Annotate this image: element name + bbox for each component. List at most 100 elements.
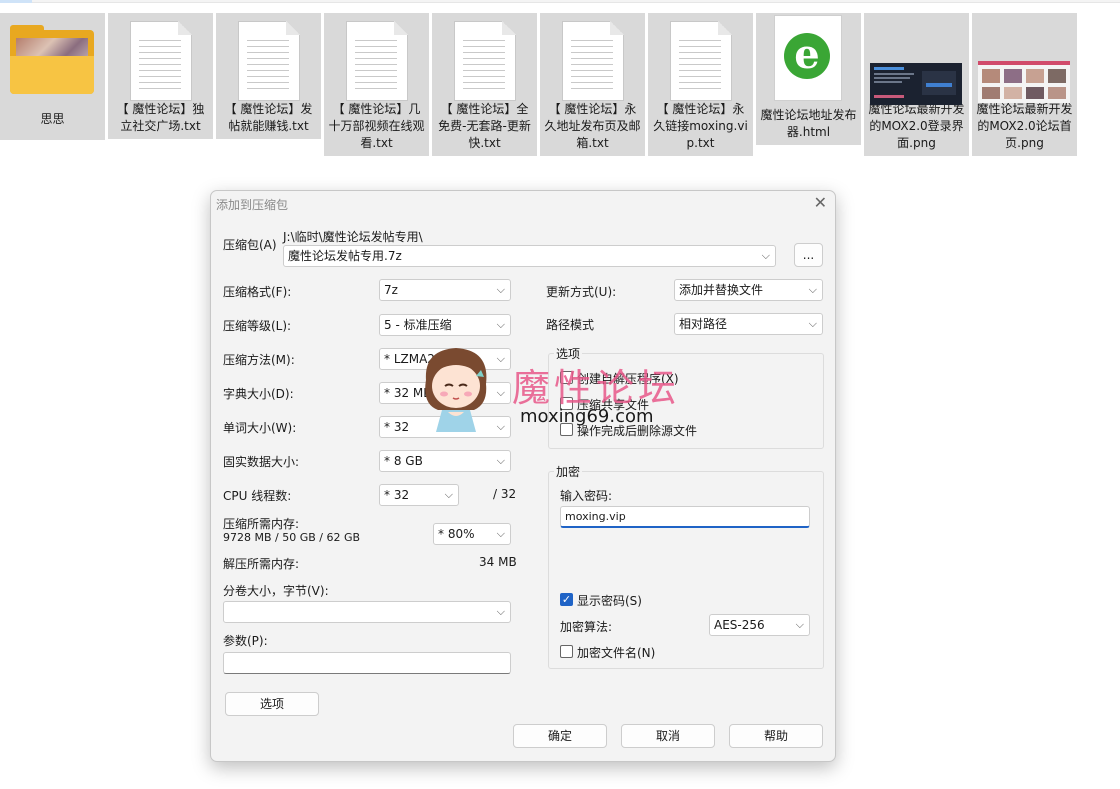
file-item[interactable]: 【 魔性论坛】永久链接moxing.vip.txt [648,13,753,156]
file-item[interactable]: 【 魔性论坛】独立社交广场.txt [108,13,213,139]
level-select[interactable]: 5 - 标准压缩 ⌵ [379,314,511,336]
algo-select[interactable]: AES-256 ⌵ [709,614,810,636]
chevron-down-icon: ⌵ [496,454,505,467]
screenshot-thumbnail [870,63,962,105]
archive-path: J:\临时\魔性论坛发帖专用\ [283,230,423,244]
file-item[interactable]: 【 魔性论坛】永久地址发布页及邮箱.txt [540,13,645,156]
archive-name-combo[interactable]: 魔性论坛发帖专用.7z ⌵ [283,245,776,267]
level-label: 压缩等级(L): [223,319,292,333]
file-item[interactable]: 魔性论坛最新开发的MOX2.0论坛首页.png [972,13,1077,156]
solid-value: * 8 GB [384,454,423,468]
encrypt-group-label: 加密 [554,463,583,480]
method-label: 压缩方法(M): [223,353,295,367]
file-item[interactable]: e 魔性论坛地址发布器.html [756,13,861,145]
file-name: 【 魔性论坛】几十万部视频在线观看.txt [328,102,425,150]
chevron-down-icon: ⌵ [808,283,817,296]
chevron-down-icon: ⌵ [496,605,505,618]
format-label: 压缩格式(F): [223,285,292,299]
cpu-label: CPU 线程数: [223,489,292,503]
chevron-down-icon: ⌵ [761,249,770,262]
ok-button[interactable]: 确定 [513,724,607,748]
top-edge-selection [0,0,32,3]
help-button[interactable]: 帮助 [729,724,823,748]
update-label: 更新方式(U): [546,285,617,299]
screenshot-thumbnail [978,61,1070,103]
chevron-down-icon: ⌵ [496,283,505,296]
path-mode-value: 相对路径 [679,317,728,331]
ie-html-icon: e [756,13,861,101]
file-item[interactable]: 魔性论坛最新开发的MOX2.0登录界面.png [864,13,969,156]
params-input[interactable] [223,652,511,674]
split-label: 分卷大小，字节(V): [223,584,329,598]
chevron-down-icon: ⌵ [808,317,817,330]
file-name: 【 魔性论坛】独立社交广场.txt [116,102,205,133]
path-mode-select[interactable]: 相对路径 ⌵ [674,313,823,335]
format-select[interactable]: 7z ⌵ [379,279,511,301]
solid-select[interactable]: * 8 GB ⌵ [379,450,511,472]
folder-icon [0,13,105,101]
text-file-icon [648,13,753,101]
show-password-checkbox[interactable]: ✓ [560,593,573,606]
chevron-down-icon: ⌵ [496,420,505,433]
chevron-down-icon: ⌵ [496,318,505,331]
archive-name-value: 魔性论坛发帖专用.7z [288,249,402,263]
password-label: 输入密码: [560,489,613,503]
file-name: 魔性论坛最新开发的MOX2.0论坛首页.png [976,102,1073,150]
file-item[interactable]: 【 魔性论坛】几十万部视频在线观看.txt [324,13,429,156]
file-name: 思思 [40,112,65,126]
chevron-down-icon: ⌵ [496,527,505,540]
level-value: 5 - 标准压缩 [384,318,452,332]
cancel-button[interactable]: 取消 [621,724,715,748]
file-name: 【 魔性论坛】永久地址发布页及邮箱.txt [544,102,641,150]
dialog-title: 添加到压缩包 [216,198,289,212]
encrypt-names-checkbox[interactable] [560,645,573,658]
chevron-down-icon: ⌵ [496,352,505,365]
path-mode-label: 路径模式 [546,318,595,332]
text-file-icon [324,13,429,101]
image-file-icon [864,13,969,105]
watermark-mascot-icon [425,348,487,432]
text-file-icon [108,13,213,101]
add-to-archive-dialog: 添加到压缩包 ✕ 压缩包(A) J:\临时\魔性论坛发帖专用\ 魔性论坛发帖专用… [210,190,836,762]
decomp-label: 解压所需内存: [223,557,300,571]
mem-percent-value: * 80% [438,527,475,541]
file-item-folder[interactable]: 思思 [0,13,105,140]
word-label: 单词大小(W): [223,421,297,435]
cpu-select[interactable]: * 32 ⌵ [379,484,459,506]
options-button[interactable]: 选项 [225,692,319,716]
mem-value: 9728 MB / 50 GB / 62 GB [223,531,361,544]
password-input[interactable]: moxing.vip [560,506,810,528]
cpu-total: / 32 [493,487,517,501]
update-select[interactable]: 添加并替换文件 ⌵ [674,279,823,301]
file-name: 【 魔性论坛】发帖就能赚钱.txt [224,102,313,133]
encrypt-names-label: 加密文件名(N) [577,646,656,660]
solid-label: 固实数据大小: [223,455,300,469]
text-file-icon [540,13,645,101]
text-file-icon [432,13,537,101]
chevron-down-icon: ⌵ [496,386,505,399]
top-edge [0,0,1120,3]
close-icon[interactable]: ✕ [814,193,827,212]
text-file-icon [216,13,321,101]
file-name: 魔性论坛最新开发的MOX2.0登录界面.png [868,102,965,150]
algo-label: 加密算法: [560,620,613,634]
file-item[interactable]: 【 魔性论坛】发帖就能赚钱.txt [216,13,321,139]
file-name: 魔性论坛地址发布器.html [760,108,857,139]
browse-button[interactable]: ... [794,243,823,267]
params-label: 参数(P): [223,634,268,648]
mem-percent-select[interactable]: * 80% ⌵ [433,523,511,545]
image-file-icon [972,13,1077,103]
cpu-value: * 32 [384,488,410,502]
file-name: 【 魔性论坛】永久链接moxing.vip.txt [653,102,748,150]
mem-label: 压缩所需内存: [223,517,300,531]
file-item[interactable]: 【 魔性论坛】全免费-无套路-更新快.txt [432,13,537,156]
show-password-label: 显示密码(S) [577,594,642,608]
decomp-value: 34 MB [479,555,517,569]
archive-label: 压缩包(A) [223,238,277,252]
chevron-down-icon: ⌵ [444,488,453,501]
dict-label: 字典大小(D): [223,387,294,401]
algo-value: AES-256 [714,618,765,632]
split-select[interactable]: ⌵ [223,601,511,623]
word-value: * 32 [384,420,410,434]
chevron-down-icon: ⌵ [795,618,804,631]
